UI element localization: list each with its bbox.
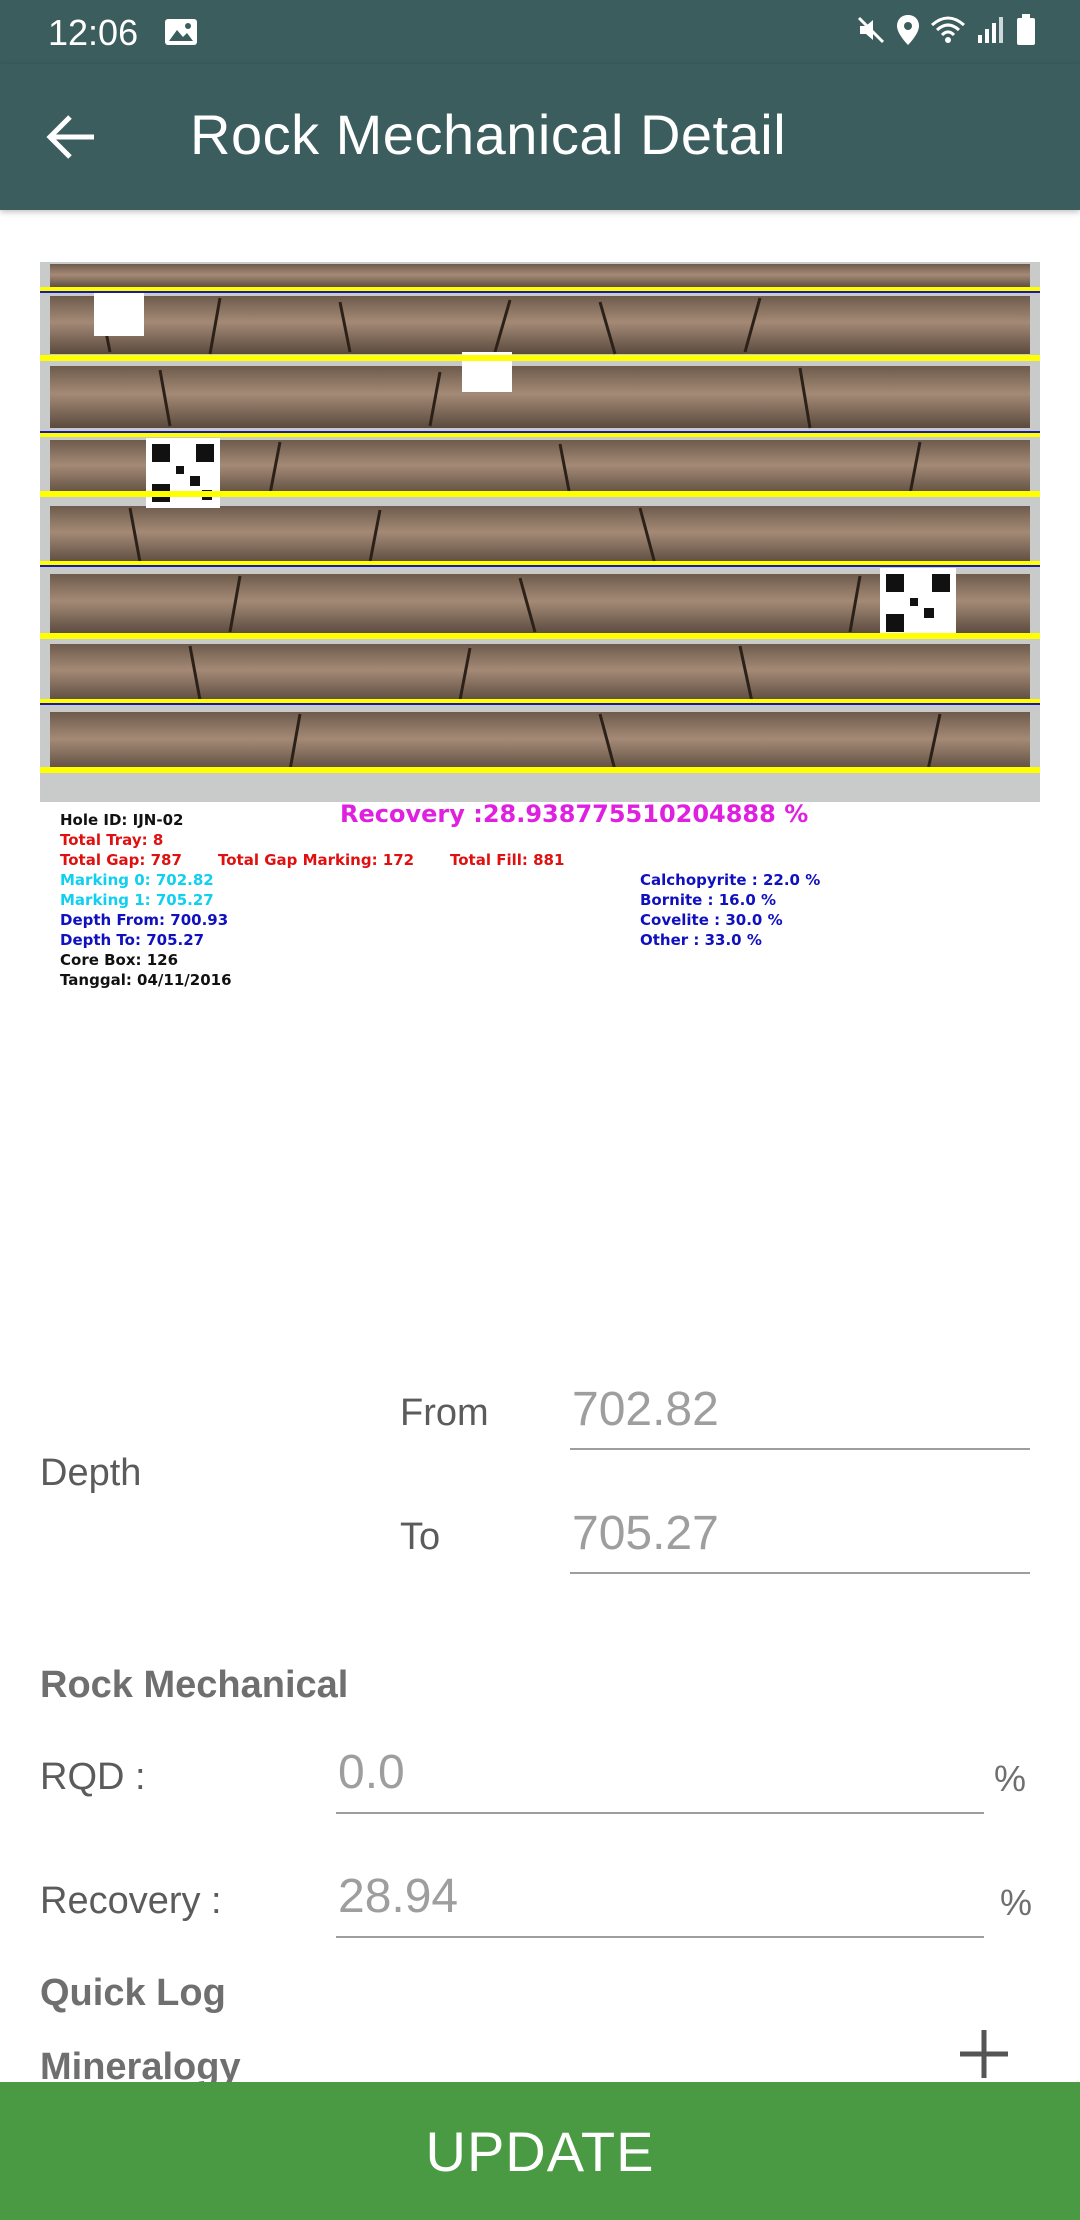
image-icon <box>164 18 198 51</box>
depth-to-text: Depth To: 705.27 <box>60 931 205 949</box>
total-fill-text: Total Fill: 881 <box>450 851 565 869</box>
page-title: Rock Mechanical Detail <box>190 103 787 166</box>
signal-icon <box>976 15 1006 50</box>
core-info-panel: Hole ID: IJN-02 Recovery :28.93877551020… <box>40 802 1040 1002</box>
mineral-item: Calchopyrite : 22.0 % <box>640 871 821 889</box>
wifi-icon <box>930 15 966 50</box>
depth-to-label: To <box>400 1516 441 1558</box>
total-tray-text: Total Tray: 8 <box>60 831 164 849</box>
depth-to-input[interactable] <box>570 1504 1030 1574</box>
status-bar: 12:06 <box>0 0 1080 64</box>
recovery-overlay-text: Recovery :28.938775510204888 % <box>340 800 809 828</box>
mute-icon <box>856 15 886 50</box>
hole-id-text: Hole ID: IJN-02 <box>60 811 184 829</box>
depth-from-text: Depth From: 700.93 <box>60 911 229 929</box>
depth-from-label: From <box>400 1392 489 1434</box>
status-icons <box>856 14 1036 51</box>
marking-0-text: Marking 0: 702.82 <box>60 871 214 889</box>
recovery-label: Recovery : <box>40 1880 222 1922</box>
update-button[interactable]: UPDATE <box>0 2082 1080 2220</box>
back-button[interactable] <box>44 112 104 162</box>
mineral-item: Covelite : 30.0 % <box>640 911 783 929</box>
rqd-label: RQD : <box>40 1756 146 1798</box>
battery-icon <box>1016 14 1036 51</box>
app-bar: Rock Mechanical Detail <box>0 64 1080 210</box>
marking-1-text: Marking 1: 705.27 <box>60 891 214 909</box>
core-tray-photo <box>40 262 1040 802</box>
mineral-item: Bornite : 16.0 % <box>640 891 777 909</box>
location-icon <box>896 14 920 51</box>
depth-label: Depth <box>40 1452 142 1494</box>
recovery-input[interactable] <box>336 1866 984 1938</box>
tanggal-text: Tanggal: 04/11/2016 <box>60 971 232 989</box>
total-gap-marking-text: Total Gap Marking: 172 <box>218 851 415 869</box>
arrow-left-icon <box>46 115 94 159</box>
total-gap-text: Total Gap: 787 <box>60 851 182 869</box>
core-box-text: Core Box: 126 <box>60 951 179 969</box>
add-mineralogy-button[interactable] <box>956 2026 1012 2082</box>
rock-mechanical-title: Rock Mechanical <box>40 1664 349 1706</box>
quick-log-title: Quick Log <box>40 1972 226 2014</box>
rqd-unit: % <box>994 1758 1027 1799</box>
plus-icon <box>960 2030 1008 2078</box>
mineral-item: Other : 33.0 % <box>640 931 762 949</box>
depth-from-input[interactable] <box>570 1380 1030 1450</box>
mineral-list: Calchopyrite : 22.0 % Bornite : 16.0 % C… <box>640 870 820 950</box>
app-root: 12:06 Rock Mechanical Detail Hole ID: IJ… <box>0 0 1080 2220</box>
recovery-unit: % <box>1000 1882 1033 1923</box>
status-time: 12:06 <box>48 12 139 53</box>
rqd-input[interactable] <box>336 1742 984 1814</box>
